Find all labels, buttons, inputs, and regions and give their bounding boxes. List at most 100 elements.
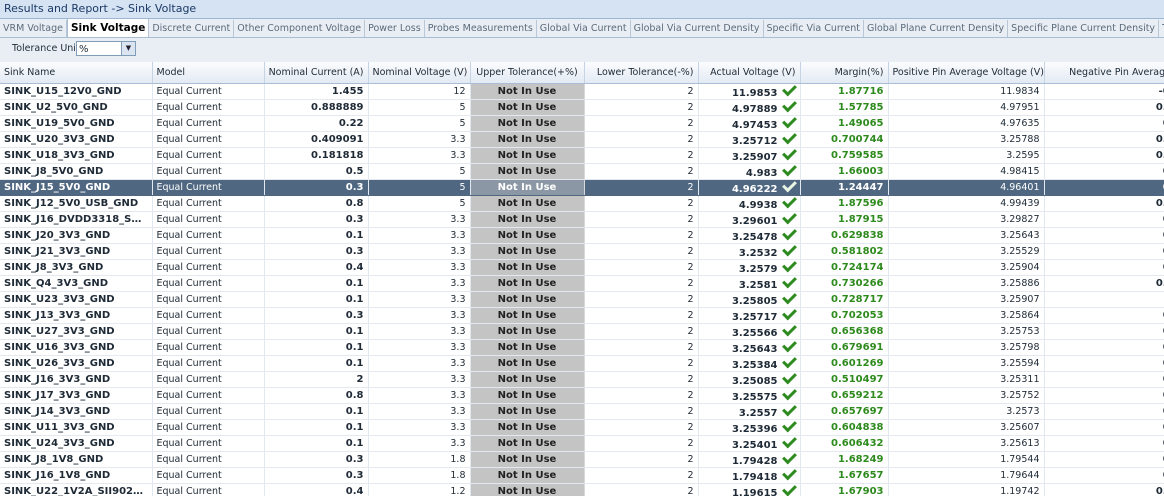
nominal-voltage-value: 12 [453, 86, 466, 97]
upper-tolerance-value: Not In Use [497, 214, 557, 225]
table-row[interactable]: SINK_U11_3V3_GND Equal Current 0.1 3.3 Not I… [0, 419, 1164, 436]
table-row[interactable]: SINK_J20_3V3_GND Equal Current 0.1 3.3 Not I… [0, 227, 1164, 244]
tolerance-unit-label: Tolerance Unit [12, 43, 80, 54]
actual-voltage-cell: 3.25575 [698, 387, 801, 404]
margin-value: 1.66003 [837, 166, 884, 177]
upper-tolerance-cell: Not In Use [470, 387, 585, 404]
model-value: Equal Current [156, 150, 222, 161]
negative-pin-avg-cell: 0.00 [1044, 147, 1164, 164]
upper-tolerance-cell: Not In Use [470, 451, 585, 468]
table-row[interactable]: SINK_U15_12V0_GND Equal Current 1.455 12 Not… [0, 83, 1164, 100]
lower-tolerance-value: 2 [687, 294, 694, 305]
table-row[interactable]: SINK_U2_5V0_GND Equal Current 0.888889 5 Not… [0, 99, 1164, 116]
table-row[interactable]: SINK_J16_3V3_GND Equal Current 2 3.3 Not In … [0, 371, 1164, 388]
margin-cell: 1.57785 [800, 99, 889, 116]
tab-probes-measurements[interactable]: Probes Measurements [425, 20, 537, 37]
tab-global-via-current-density[interactable]: Global Via Current Density [631, 20, 764, 37]
table-row[interactable]: SINK_J16_DVDD3318_SE... Equal Current 0.3 3… [0, 211, 1164, 228]
tab-vrm-voltage[interactable]: VRM Voltage [0, 20, 67, 37]
column-header[interactable]: Nominal Current (A) [264, 62, 369, 84]
column-header[interactable]: Actual Voltage (V) [698, 62, 801, 84]
table-row[interactable]: SINK_U27_3V3_GND Equal Current 0.1 3.3 Not I… [0, 323, 1164, 340]
lower-tolerance-cell: 2 [584, 211, 699, 228]
table-row[interactable]: SINK_J21_3V3_GND Equal Current 0.3 3.3 Not I… [0, 243, 1164, 260]
lower-tolerance-value: 2 [687, 246, 694, 257]
table-row[interactable]: SINK_U23_3V3_GND Equal Current 0.1 3.3 Not I… [0, 291, 1164, 308]
model-value: Equal Current [156, 102, 222, 113]
tab-specific-plane-current-density[interactable]: Specific Plane Current Density [1008, 20, 1160, 37]
tab-specific-via-current[interactable]: Specific Via Current [764, 20, 864, 37]
actual-voltage-value: 3.25396 [731, 423, 778, 435]
column-header[interactable]: Margin(%) [800, 62, 889, 84]
column-header[interactable]: Upper Tolerance(+%) [470, 62, 585, 84]
table-row[interactable]: SINK_J13_3V3_GND Equal Current 0.3 3.3 Not I… [0, 307, 1164, 324]
table-row[interactable]: SINK_U26_3V3_GND Equal Current 0.1 3.3 Not I… [0, 355, 1164, 372]
margin-cell: 1.66003 [800, 163, 889, 180]
column-header[interactable]: Positive Pin Average Voltage (V) [888, 62, 1045, 84]
table-row[interactable]: SINK_Q4_3V3_GND Equal Current 0.1 3.3 Not In… [0, 275, 1164, 292]
positive-pin-avg-value: 4.98415 [1000, 166, 1040, 177]
lower-tolerance-value: 2 [687, 86, 694, 97]
table-row[interactable]: SINK_J8_3V3_GND Equal Current 0.4 3.3 Not In… [0, 259, 1164, 276]
model-value: Equal Current [156, 214, 222, 225]
column-header[interactable]: Negative Pin Average V [1044, 62, 1164, 84]
lower-tolerance-value: 2 [687, 150, 694, 161]
column-header[interactable]: Lower Tolerance(-%) [584, 62, 699, 84]
table-row[interactable]: SINK_U20_3V3_GND Equal Current 0.409091 3.3… [0, 131, 1164, 148]
tab-sink-voltage[interactable]: Sink Voltage [66, 19, 150, 37]
upper-tolerance-cell: Not In Use [470, 307, 585, 324]
nominal-voltage-cell: 3.3 [368, 403, 471, 420]
check-icon [781, 291, 797, 304]
table-row[interactable]: SINK_J15_5V0_GND Equal Current 0.3 5 Not In … [0, 179, 1164, 196]
tab-other-component-voltage[interactable]: Other Component Voltage [234, 20, 366, 37]
positive-pin-avg-value: 3.2595 [1006, 150, 1040, 161]
tab-global-via-current[interactable]: Global Via Current [537, 20, 631, 37]
margin-value: 0.728717 [830, 294, 884, 305]
tab-global-plane-current-density[interactable]: Global Plane Current Density [864, 20, 1009, 37]
tab-power-loss[interactable]: Power Loss [365, 20, 425, 37]
actual-voltage-value: 4.97453 [731, 119, 778, 131]
model-value: Equal Current [156, 406, 222, 417]
lower-tolerance-value: 2 [687, 166, 694, 177]
positive-pin-avg-value: 3.25864 [1000, 310, 1040, 321]
table-row[interactable]: SINK_U19_5V0_GND Equal Current 0.22 5 Not In… [0, 115, 1164, 132]
actual-voltage-value: 3.25085 [731, 375, 778, 387]
upper-tolerance-cell: Not In Use [470, 275, 585, 292]
actual-voltage-value: 3.2557 [738, 407, 778, 419]
table-row[interactable]: SINK_U16_3V3_GND Equal Current 0.1 3.3 Not I… [0, 339, 1164, 356]
table-row[interactable]: SINK_J17_3V3_GND Equal Current 0.8 3.3 Not I… [0, 387, 1164, 404]
lower-tolerance-value: 2 [687, 278, 694, 289]
margin-value: 0.659212 [830, 390, 884, 401]
lower-tolerance-cell: 2 [584, 243, 699, 260]
table-row[interactable]: SINK_U18_3V3_GND Equal Current 0.181818 3.3… [0, 147, 1164, 164]
table-row[interactable]: SINK_J14_3V3_GND Equal Current 0.1 3.3 Not I… [0, 403, 1164, 420]
column-header[interactable]: Sink Name [0, 62, 153, 84]
actual-voltage-value: 4.96222 [731, 183, 778, 195]
table-row[interactable]: SINK_J16_1V8_GND Equal Current 0.3 1.8 Not I… [0, 467, 1164, 484]
table-row[interactable]: SINK_U24_3V3_GND Equal Current 0.1 3.3 Not I… [0, 435, 1164, 452]
nominal-current-cell: 0.1 [264, 355, 369, 372]
upper-tolerance-value: Not In Use [497, 406, 557, 417]
table-row[interactable]: SINK_J8_1V8_GND Equal Current 0.3 1.8 Not In… [0, 451, 1164, 468]
tab-discrete-current[interactable]: Discrete Current [149, 20, 235, 37]
table-row[interactable]: SINK_U22_1V2A_SII9022... Equal Current 0.4… [0, 483, 1164, 496]
check-icon [781, 99, 797, 112]
tolerance-unit-select[interactable]: % ▼ [76, 41, 136, 56]
column-header[interactable]: Model [152, 62, 265, 84]
model-cell: Equal Current [152, 339, 265, 356]
table-row[interactable]: SINK_J12_5V0_USB_GND Equal Current 0.8 5 Not… [0, 195, 1164, 212]
column-header[interactable]: Nominal Voltage (V) [368, 62, 471, 84]
model-value: Equal Current [156, 390, 222, 401]
negative-pin-avg-cell: 0.0 [1044, 227, 1164, 244]
nominal-current-cell: 0.8 [264, 387, 369, 404]
actual-voltage-cell: 3.29601 [698, 211, 801, 228]
actual-voltage-value: 3.25478 [731, 231, 778, 243]
nominal-voltage-cell: 12 [368, 83, 471, 100]
model-value: Equal Current [156, 198, 222, 209]
chevron-down-icon[interactable]: ▼ [121, 42, 135, 55]
actual-voltage-value: 4.983 [745, 167, 778, 179]
tab-trace-current-dens[interactable]: Trace Current Dens [1159, 20, 1164, 37]
table-row[interactable]: SINK_J8_5V0_GND Equal Current 0.5 5 Not In U… [0, 163, 1164, 180]
nominal-current-value: 0.3 [345, 214, 364, 225]
sink-name-value: SINK_U19_5V0_GND [4, 118, 115, 129]
